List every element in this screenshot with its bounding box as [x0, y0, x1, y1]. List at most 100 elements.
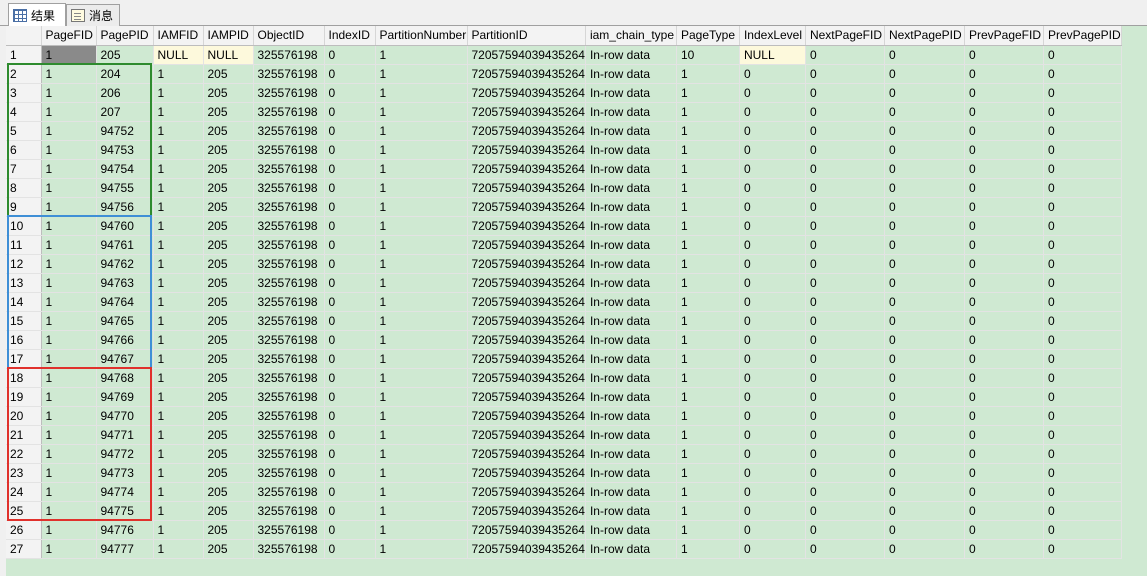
- cell-iam_chain_type[interactable]: In-row data: [585, 539, 677, 559]
- table-row[interactable]: 11 1 94761 1 205 325576198 0 1 72057594039435264…: [6, 235, 1122, 255]
- cell-nextpagepid[interactable]: 0: [884, 292, 965, 312]
- cell-pagetype[interactable]: 1: [676, 178, 740, 198]
- cell-pagepid[interactable]: 94752: [96, 121, 154, 141]
- cell-iamfid[interactable]: 1: [153, 140, 204, 160]
- column-header-objectid[interactable]: ObjectID: [253, 26, 325, 46]
- cell-prevpagefid[interactable]: 0: [964, 330, 1044, 350]
- cell-pagepid[interactable]: 94764: [96, 292, 154, 312]
- cell-iampid[interactable]: 205: [203, 178, 254, 198]
- row-number[interactable]: 7: [6, 159, 42, 179]
- cell-partitionnumber[interactable]: 1: [375, 159, 468, 179]
- results-grid[interactable]: PageFID PagePID IAMFID IAMPID ObjectID IndexI…: [6, 26, 1147, 576]
- cell-iampid[interactable]: 205: [203, 406, 254, 426]
- row-number[interactable]: 18: [6, 368, 42, 388]
- cell-nextpagepid[interactable]: 0: [884, 178, 965, 198]
- cell-prevpagepid[interactable]: 0: [1043, 83, 1122, 103]
- row-number[interactable]: 6: [6, 140, 42, 160]
- cell-iampid[interactable]: 205: [203, 444, 254, 464]
- cell-iam_chain_type[interactable]: In-row data: [585, 197, 677, 217]
- column-header-prevpagefid[interactable]: PrevPageFID: [964, 26, 1044, 46]
- cell-iamfid[interactable]: 1: [153, 520, 204, 540]
- cell-objectid[interactable]: 325576198: [253, 349, 325, 369]
- cell-pagepid[interactable]: 94769: [96, 387, 154, 407]
- cell-indexid[interactable]: 0: [324, 273, 376, 293]
- cell-partitionid[interactable]: 72057594039435264: [467, 121, 586, 141]
- cell-indexid[interactable]: 0: [324, 159, 376, 179]
- cell-partitionid[interactable]: 72057594039435264: [467, 387, 586, 407]
- cell-indexlevel[interactable]: 0: [739, 121, 806, 141]
- cell-pagefid[interactable]: 1: [41, 406, 97, 426]
- cell-objectid[interactable]: 325576198: [253, 83, 325, 103]
- cell-pagepid[interactable]: 204: [96, 64, 154, 84]
- cell-partitionid[interactable]: 72057594039435264: [467, 482, 586, 502]
- cell-pagetype[interactable]: 1: [676, 463, 740, 483]
- cell-prevpagefid[interactable]: 0: [964, 349, 1044, 369]
- row-number[interactable]: 9: [6, 197, 42, 217]
- cell-prevpagefid[interactable]: 0: [964, 64, 1044, 84]
- cell-iam_chain_type[interactable]: In-row data: [585, 216, 677, 236]
- column-header-partitionid[interactable]: PartitionID: [467, 26, 586, 46]
- cell-indexlevel[interactable]: 0: [739, 197, 806, 217]
- row-number[interactable]: 24: [6, 482, 42, 502]
- cell-iampid[interactable]: 205: [203, 311, 254, 331]
- cell-iamfid[interactable]: 1: [153, 159, 204, 179]
- cell-objectid[interactable]: 325576198: [253, 425, 325, 445]
- cell-prevpagefid[interactable]: 0: [964, 368, 1044, 388]
- cell-iam_chain_type[interactable]: In-row data: [585, 444, 677, 464]
- cell-iampid[interactable]: 205: [203, 216, 254, 236]
- cell-pagetype[interactable]: 1: [676, 216, 740, 236]
- cell-prevpagefid[interactable]: 0: [964, 254, 1044, 274]
- cell-nextpagepid[interactable]: 0: [884, 254, 965, 274]
- cell-objectid[interactable]: 325576198: [253, 140, 325, 160]
- cell-pagefid[interactable]: 1: [41, 387, 97, 407]
- table-row[interactable]: 10 1 94760 1 205 325576198 0 1 72057594039435264…: [6, 216, 1122, 236]
- cell-indexid[interactable]: 0: [324, 235, 376, 255]
- cell-objectid[interactable]: 325576198: [253, 159, 325, 179]
- cell-nextpagefid[interactable]: 0: [805, 482, 885, 502]
- cell-indexlevel[interactable]: 0: [739, 539, 806, 559]
- cell-partitionnumber[interactable]: 1: [375, 235, 468, 255]
- cell-nextpagefid[interactable]: 0: [805, 64, 885, 84]
- cell-iamfid[interactable]: 1: [153, 444, 204, 464]
- table-row[interactable]: 2 1 204 1 205 325576198 0 1 72057594039435264 In-…: [6, 64, 1122, 84]
- cell-nextpagefid[interactable]: 0: [805, 463, 885, 483]
- cell-iam_chain_type[interactable]: In-row data: [585, 349, 677, 369]
- table-row[interactable]: 16 1 94766 1 205 325576198 0 1 72057594039435264…: [6, 330, 1122, 350]
- table-row[interactable]: 13 1 94763 1 205 325576198 0 1 72057594039435264…: [6, 273, 1122, 293]
- column-header-nextpagefid[interactable]: NextPageFID: [805, 26, 885, 46]
- cell-pagepid[interactable]: 94766: [96, 330, 154, 350]
- cell-indexid[interactable]: 0: [324, 45, 376, 65]
- cell-nextpagepid[interactable]: 0: [884, 64, 965, 84]
- cell-partitionnumber[interactable]: 1: [375, 368, 468, 388]
- cell-nextpagepid[interactable]: 0: [884, 140, 965, 160]
- cell-partitionid[interactable]: 72057594039435264: [467, 235, 586, 255]
- cell-pagetype[interactable]: 1: [676, 501, 740, 521]
- cell-iamfid[interactable]: 1: [153, 349, 204, 369]
- cell-indexlevel[interactable]: 0: [739, 311, 806, 331]
- table-row[interactable]: 25 1 94775 1 205 325576198 0 1 72057594039435264…: [6, 501, 1122, 521]
- column-header-pagetype[interactable]: PageType: [676, 26, 740, 46]
- cell-indexlevel[interactable]: 0: [739, 140, 806, 160]
- cell-iam_chain_type[interactable]: In-row data: [585, 387, 677, 407]
- cell-prevpagepid[interactable]: 0: [1043, 235, 1122, 255]
- cell-partitionnumber[interactable]: 1: [375, 83, 468, 103]
- cell-pagepid[interactable]: 207: [96, 102, 154, 122]
- table-row[interactable]: 21 1 94771 1 205 325576198 0 1 72057594039435264…: [6, 425, 1122, 445]
- cell-prevpagepid[interactable]: 0: [1043, 45, 1122, 65]
- cell-indexlevel[interactable]: 0: [739, 444, 806, 464]
- cell-partitionid[interactable]: 72057594039435264: [467, 444, 586, 464]
- cell-partitionid[interactable]: 72057594039435264: [467, 520, 586, 540]
- cell-partitionnumber[interactable]: 1: [375, 178, 468, 198]
- table-row[interactable]: 26 1 94776 1 205 325576198 0 1 72057594039435264…: [6, 520, 1122, 540]
- cell-nextpagepid[interactable]: 0: [884, 102, 965, 122]
- cell-iam_chain_type[interactable]: In-row data: [585, 368, 677, 388]
- table-row[interactable]: 7 1 94754 1 205 325576198 0 1 72057594039435264 I…: [6, 159, 1122, 179]
- cell-pagefid[interactable]: 1: [41, 368, 97, 388]
- cell-pagefid[interactable]: 1: [41, 463, 97, 483]
- cell-partitionid[interactable]: 72057594039435264: [467, 254, 586, 274]
- cell-iamfid[interactable]: 1: [153, 235, 204, 255]
- cell-iamfid[interactable]: NULL: [153, 45, 204, 65]
- cell-nextpagepid[interactable]: 0: [884, 482, 965, 502]
- cell-prevpagefid[interactable]: 0: [964, 425, 1044, 445]
- cell-objectid[interactable]: 325576198: [253, 45, 325, 65]
